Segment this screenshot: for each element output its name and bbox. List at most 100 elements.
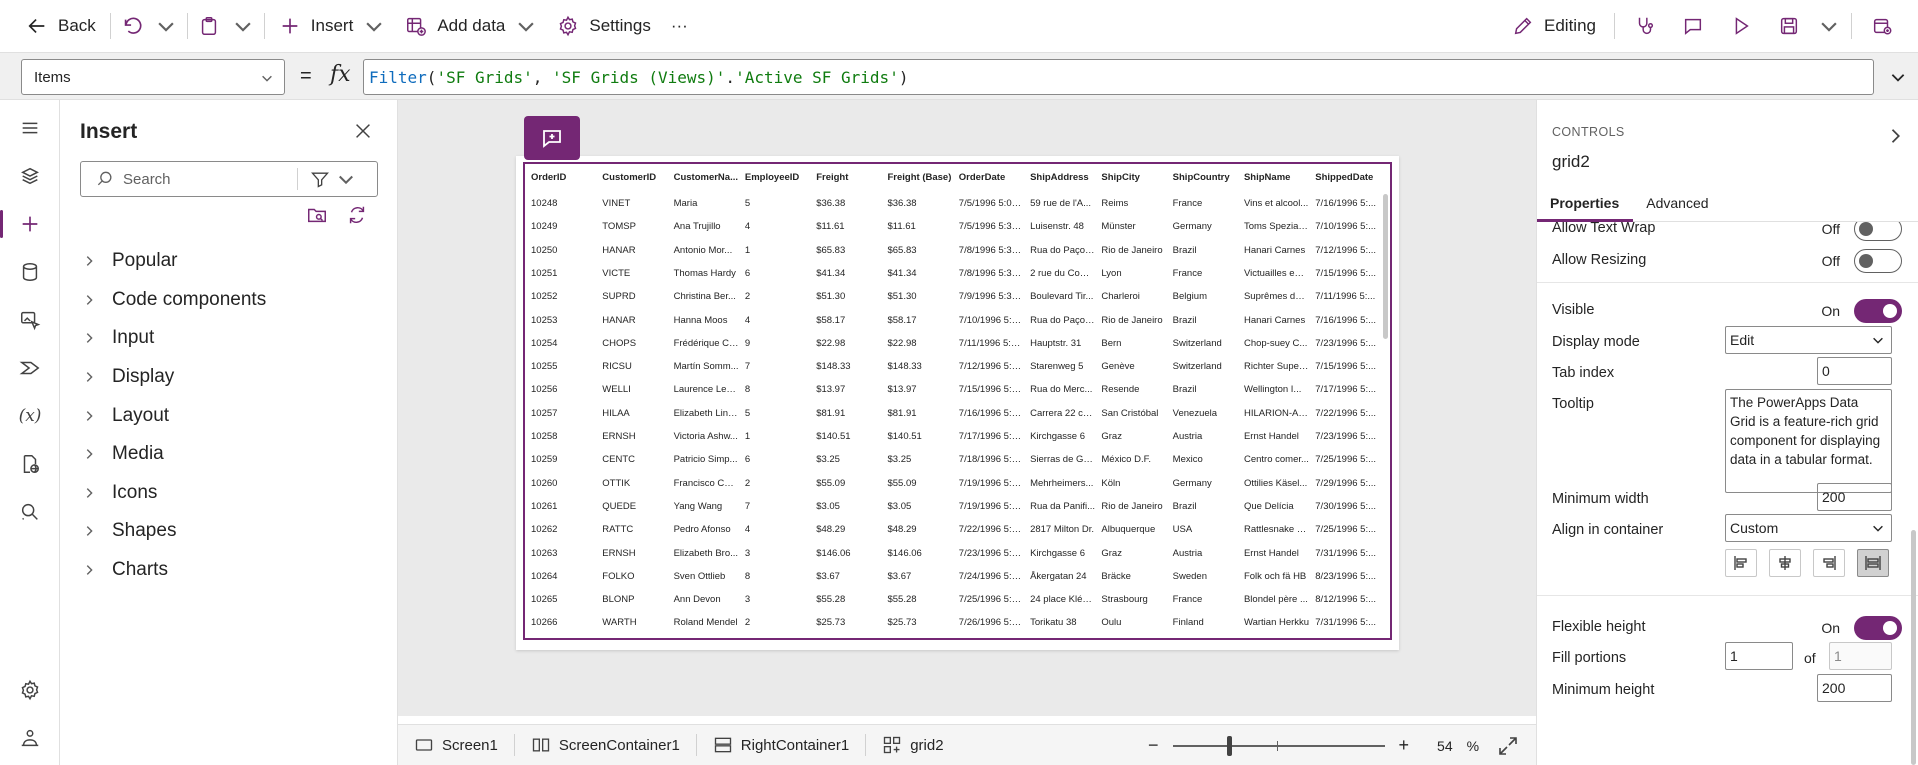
align-start-button[interactable] bbox=[1725, 549, 1757, 577]
tooltip-input[interactable]: The PowerApps Data Grid is a feature-ric… bbox=[1725, 389, 1892, 493]
undo-button[interactable] bbox=[115, 8, 149, 44]
refresh-icon[interactable] bbox=[346, 204, 368, 226]
data-grid[interactable]: OrderID CustomerID CustomerNa... EmployeeID… bbox=[523, 162, 1392, 640]
rail-insert[interactable] bbox=[0, 202, 60, 246]
display-mode-dropdown[interactable]: Edit bbox=[1725, 326, 1892, 354]
preview-button[interactable] bbox=[1719, 8, 1763, 44]
breadcrumb-control[interactable]: grid2 bbox=[866, 735, 959, 755]
insert-button[interactable]: Insert bbox=[269, 8, 396, 44]
category-input[interactable]: Input bbox=[60, 319, 398, 358]
filter-button[interactable] bbox=[310, 169, 356, 189]
breadcrumb-right-container[interactable]: RightContainer1 bbox=[697, 735, 865, 755]
rail-data[interactable] bbox=[0, 250, 60, 294]
close-icon[interactable] bbox=[352, 120, 374, 142]
grid-column-header[interactable]: ShipName bbox=[1238, 164, 1309, 192]
save-button[interactable] bbox=[1767, 8, 1811, 44]
table-row[interactable]: 10252 SUPRD Christina Ber... 2 $51.30 $51.30 7… bbox=[525, 285, 1381, 308]
grid-column-header[interactable]: Freight bbox=[810, 164, 881, 192]
settings-button[interactable]: Settings bbox=[547, 8, 660, 44]
category-layout[interactable]: Layout bbox=[60, 396, 398, 435]
category-charts[interactable]: Charts bbox=[60, 551, 398, 590]
grid-scrollbar[interactable] bbox=[1383, 194, 1388, 339]
fit-to-window-icon[interactable] bbox=[1496, 734, 1520, 758]
align-in-container-dropdown[interactable]: Custom bbox=[1725, 514, 1892, 542]
grid-column-header[interactable]: Freight (Base) bbox=[881, 164, 952, 192]
zoom-slider[interactable] bbox=[1172, 735, 1385, 756]
flexible-height-toggle[interactable] bbox=[1854, 616, 1902, 640]
table-row[interactable]: 10248 VINET Maria 5 $36.38 $36.38 7/5/1996 5:0… bbox=[525, 192, 1381, 215]
breadcrumb-screen[interactable]: Screen1 bbox=[398, 735, 514, 755]
minimum-width-input[interactable]: 200 bbox=[1817, 483, 1892, 511]
grid-column-header[interactable]: ShipCountry bbox=[1167, 164, 1238, 192]
table-row[interactable]: 10262 RATTC Pedro Afonso 4 $48.29 $48.29 7/22/… bbox=[525, 518, 1381, 541]
comments-button[interactable] bbox=[1671, 8, 1715, 44]
rail-settings[interactable] bbox=[0, 668, 60, 712]
category-shapes[interactable]: Shapes bbox=[60, 512, 398, 551]
grid-column-header[interactable]: ShipCity bbox=[1095, 164, 1166, 192]
tab-properties[interactable]: Properties bbox=[1537, 192, 1634, 222]
rail-variables[interactable]: (x) bbox=[0, 394, 60, 438]
grid-column-header[interactable]: ShippedDate bbox=[1309, 164, 1380, 192]
chevron-right-icon[interactable] bbox=[1885, 126, 1905, 146]
grid-column-header[interactable]: EmployeeID bbox=[739, 164, 810, 192]
rail-search[interactable] bbox=[0, 490, 60, 534]
grid-column-header[interactable]: ShipAddress bbox=[1024, 164, 1095, 192]
formula-input[interactable]: Filter('SF Grids', 'SF Grids (Views)'. 'A… bbox=[363, 59, 1874, 95]
minimum-height-input[interactable]: 200 bbox=[1817, 674, 1892, 702]
category-icons[interactable]: Icons bbox=[60, 474, 398, 513]
table-row[interactable]: 10251 VICTE Thomas Hardy 6 $41.34 $41.34 7/8/1… bbox=[525, 262, 1381, 285]
table-row[interactable]: 10253 HANAR Hanna Moos 4 $58.17 $58.17 7/10/19… bbox=[525, 309, 1381, 332]
paste-menu-button[interactable] bbox=[226, 8, 260, 44]
table-row[interactable]: 10266 WARTH Roland Mendel 2 $25.73 $25.73 7/26… bbox=[525, 611, 1381, 634]
formula-expand-button[interactable] bbox=[1880, 59, 1916, 95]
allow-text-wrap-toggle[interactable] bbox=[1854, 222, 1902, 241]
table-row[interactable]: 10260 OTTIK Francisco Cha... 2 $55.09 $55.09 7… bbox=[525, 472, 1381, 495]
table-row[interactable]: 10267FRANKAria Cruz4$208.58$208.587/29/1… bbox=[525, 635, 1381, 638]
rail-advanced-tools[interactable] bbox=[0, 442, 60, 486]
grid-column-header[interactable]: CustomerNa... bbox=[668, 164, 739, 192]
property-dropdown[interactable]: Items bbox=[21, 59, 285, 95]
add-comment-button[interactable] bbox=[524, 116, 580, 160]
allow-resizing-toggle[interactable] bbox=[1854, 249, 1902, 273]
properties-scrollbar[interactable] bbox=[1911, 530, 1916, 765]
table-row[interactable]: 10257 HILAA Elizabeth Linc... 5 $81.91 $81.91… bbox=[525, 402, 1381, 425]
more-button[interactable]: ··· bbox=[661, 8, 698, 44]
zoom-in-button[interactable]: + bbox=[1399, 735, 1410, 756]
table-row[interactable]: 10263 ERNSH Elizabeth Bro... 3 $146.06 $146.0… bbox=[525, 542, 1381, 565]
category-popular[interactable]: Popular bbox=[60, 242, 398, 281]
category-code-components[interactable]: Code components bbox=[60, 281, 398, 320]
table-row[interactable]: 10265 BLONP Ann Devon 3 $55.28 $55.28 7/25/199… bbox=[525, 588, 1381, 611]
visible-toggle[interactable] bbox=[1854, 299, 1902, 323]
table-row[interactable]: 10256 WELLI Laurence Lebi... 8 $13.97 $13.97 7… bbox=[525, 378, 1381, 401]
tab-index-input[interactable]: 0 bbox=[1817, 357, 1892, 385]
table-row[interactable]: 10250 HANAR Antonio Mor... 1 $65.83 $65.83 7/8… bbox=[525, 239, 1381, 262]
zoom-slider-thumb[interactable] bbox=[1226, 735, 1232, 756]
grid-column-header[interactable]: OrderID bbox=[525, 164, 596, 192]
rail-virtual-agent[interactable] bbox=[0, 716, 60, 760]
rail-power-automate[interactable] bbox=[0, 346, 60, 390]
category-media[interactable]: Media bbox=[60, 435, 398, 474]
add-data-button[interactable]: Add data bbox=[395, 8, 547, 44]
grid-column-header[interactable]: OrderDate bbox=[953, 164, 1024, 192]
editing-button[interactable]: Editing bbox=[1502, 8, 1606, 44]
table-row[interactable]: 10255 RICSU Martín Somm... 7 $148.33 $148.33 7… bbox=[525, 355, 1381, 378]
publish-button[interactable] bbox=[1860, 8, 1904, 44]
save-menu-button[interactable] bbox=[1815, 8, 1843, 44]
rail-media[interactable] bbox=[0, 298, 60, 342]
breadcrumb-container[interactable]: ScreenContainer1 bbox=[515, 735, 696, 755]
undo-menu-button[interactable] bbox=[149, 8, 183, 44]
tab-advanced[interactable]: Advanced bbox=[1633, 192, 1722, 222]
zoom-out-button[interactable]: − bbox=[1148, 735, 1159, 756]
table-row[interactable]: 10264 FOLKO Sven Ottlieb 8 $3.67 $3.67 7/24/19… bbox=[525, 565, 1381, 588]
rail-menu[interactable] bbox=[0, 106, 60, 150]
align-end-button[interactable] bbox=[1813, 549, 1845, 577]
fill-portions-input[interactable]: 1 bbox=[1725, 642, 1793, 670]
rail-tree-view[interactable] bbox=[0, 154, 60, 198]
align-center-button[interactable] bbox=[1769, 549, 1801, 577]
align-stretch-button[interactable] bbox=[1857, 549, 1889, 577]
grid-column-header[interactable]: CustomerID bbox=[596, 164, 667, 192]
paste-button[interactable] bbox=[192, 8, 226, 44]
table-row[interactable]: 10261 QUEDE Yang Wang 7 $3.05 $3.05 7/19/1996 … bbox=[525, 495, 1381, 518]
category-display[interactable]: Display bbox=[60, 358, 398, 397]
table-row[interactable]: 10258 ERNSH Victoria Ashw... 1 $140.51 $140.5… bbox=[525, 425, 1381, 448]
